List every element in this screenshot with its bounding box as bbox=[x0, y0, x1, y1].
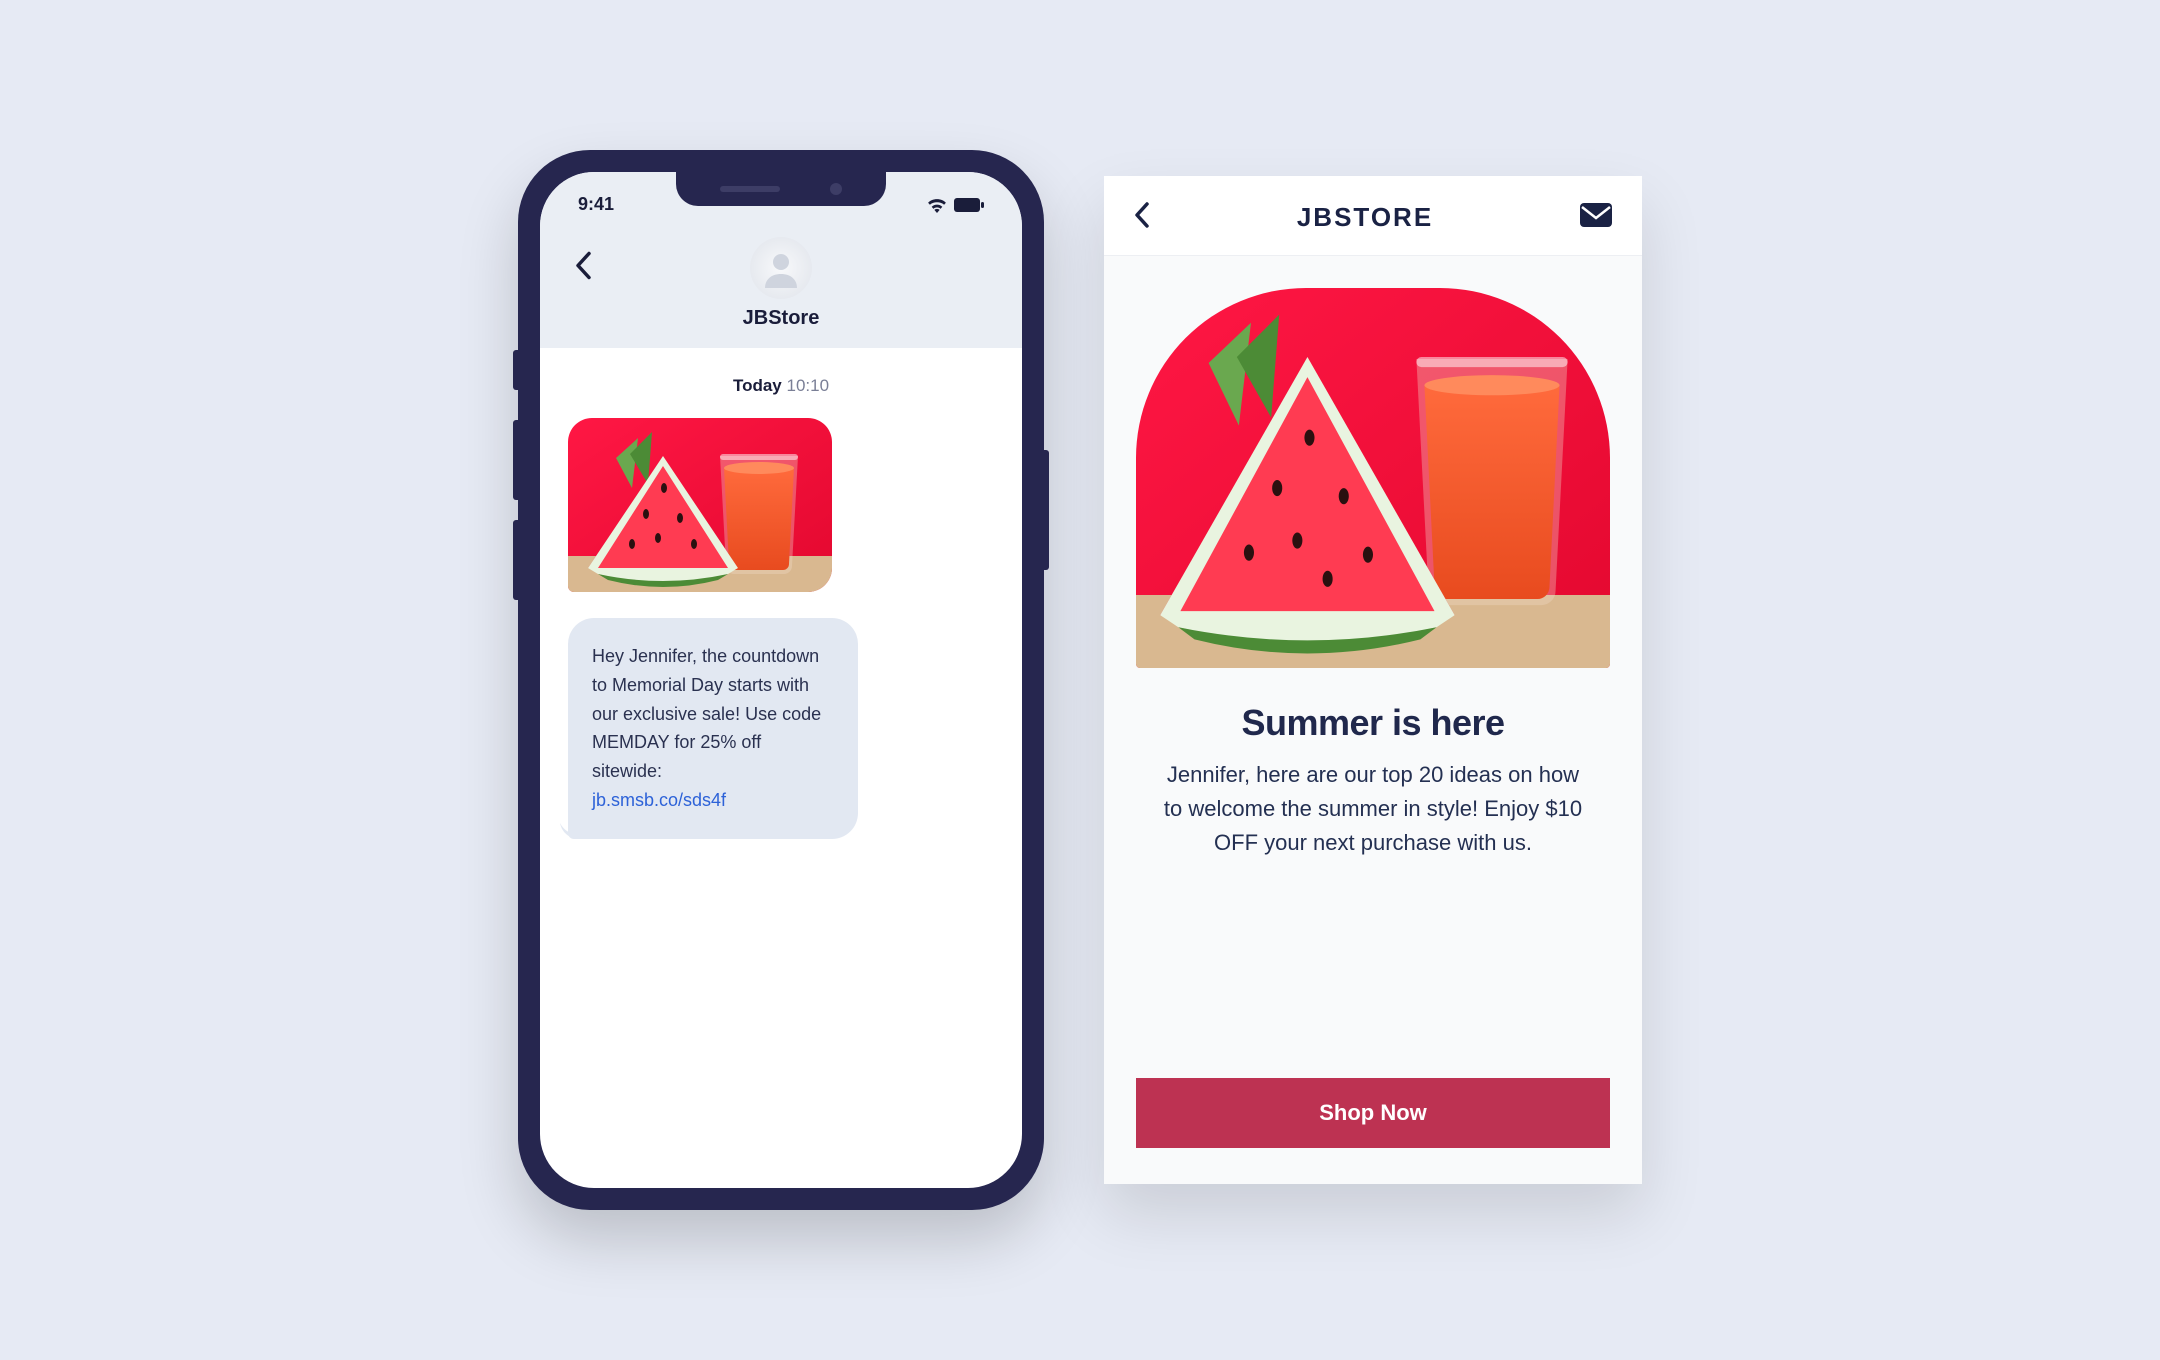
chevron-left-icon bbox=[1134, 202, 1150, 228]
email-subcopy: Jennifer, here are our top 20 ideas on h… bbox=[1136, 758, 1610, 860]
email-card: JBSTORE bbox=[1104, 176, 1642, 1184]
message-thread: Today 10:10 bbox=[540, 348, 1022, 869]
chevron-left-icon bbox=[574, 252, 592, 280]
email-body: Summer is here Jennifer, here are our to… bbox=[1104, 256, 1642, 1184]
contact-name: JBStore bbox=[564, 307, 998, 330]
phone-mute-switch bbox=[513, 350, 518, 390]
brand-logo: JBSTORE bbox=[1297, 202, 1433, 233]
sms-text: Hey Jennifer, the countdown to Memorial … bbox=[592, 646, 821, 781]
mail-button[interactable] bbox=[1580, 203, 1612, 232]
back-button[interactable] bbox=[574, 252, 592, 285]
wifi-icon bbox=[926, 197, 948, 213]
email-headline: Summer is here bbox=[1136, 702, 1610, 744]
phone-power-button bbox=[1044, 450, 1049, 570]
email-back-button[interactable] bbox=[1134, 202, 1150, 233]
email-hero-image bbox=[1136, 288, 1610, 668]
status-icons-group bbox=[926, 197, 984, 213]
phone-volume-down bbox=[513, 520, 518, 600]
battery-icon bbox=[954, 198, 984, 212]
bubble-tail-icon bbox=[560, 819, 580, 839]
thread-timestamp: Today 10:10 bbox=[568, 376, 994, 396]
watermelon-illustration-icon bbox=[568, 418, 832, 592]
phone-volume-up bbox=[513, 420, 518, 500]
phone-frame: 9:41 JBStore Today 10:10 bbox=[518, 150, 1044, 1210]
sms-link[interactable]: jb.smsb.co/sds4f bbox=[592, 790, 726, 810]
status-time: 9:41 bbox=[578, 194, 614, 215]
phone-notch bbox=[676, 172, 886, 206]
mms-image[interactable] bbox=[568, 418, 832, 592]
email-header: JBSTORE bbox=[1104, 176, 1642, 256]
sms-bubble[interactable]: Hey Jennifer, the countdown to Memorial … bbox=[568, 618, 858, 839]
watermelon-illustration-icon bbox=[1136, 288, 1610, 668]
phone-screen: 9:41 JBStore Today 10:10 bbox=[540, 172, 1022, 1188]
contact-avatar[interactable] bbox=[750, 237, 812, 299]
person-icon bbox=[761, 248, 801, 288]
mail-icon bbox=[1580, 203, 1612, 227]
shop-now-button[interactable]: Shop Now bbox=[1136, 1078, 1610, 1148]
